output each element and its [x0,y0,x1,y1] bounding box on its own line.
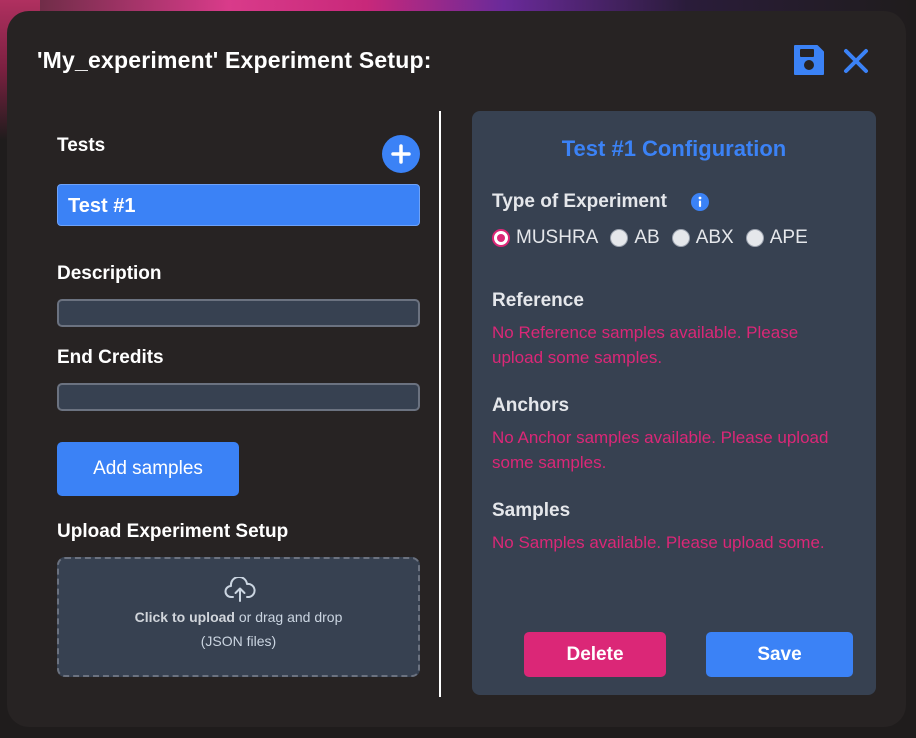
upload-file-hint: (JSON files) [200,633,277,649]
close-icon[interactable] [841,46,871,76]
divider [439,111,441,697]
save-icon[interactable] [792,43,826,77]
radio-label: MUSHRA [516,227,599,248]
config-title: Test #1 Configuration [561,136,787,161]
upload-instructions: Click to upload or drag and drop [59,609,418,625]
upload-setup-label: Upload Experiment Setup [57,521,289,542]
plus-icon [391,144,411,164]
test-item[interactable]: Test #1 [57,184,420,226]
save-button[interactable]: Save [706,632,853,677]
anchors-label: Anchors [492,395,570,416]
end-credits-input[interactable] [57,383,420,411]
radio-label: APE [769,227,808,248]
test-configuration-panel: Test #1 Configuration Type of Experiment… [472,111,876,695]
radio-button[interactable] [610,229,629,247]
description-label: Description [57,263,162,284]
samples-warning: No Samples available. Please upload some… [492,533,825,552]
reference-warning: No Reference samples available. Please u… [492,323,799,367]
add-test-button[interactable] [382,135,420,173]
end-credits-label: End Credits [57,347,164,368]
description-input[interactable] [57,299,420,327]
reference-label: Reference [492,290,584,311]
info-icon[interactable] [691,193,709,211]
radio-button[interactable] [492,229,510,247]
click-to-upload-text: Click to upload [134,609,235,625]
upload-dropzone[interactable]: Click to upload or drag and drop (JSON f… [57,557,420,677]
radio-option-ab[interactable]: AB [610,227,660,249]
cloud-upload-icon [224,577,256,602]
anchors-warning: No Anchor samples available. Please uplo… [492,428,829,472]
left-panel: Tests Test #1 Description End Credits Ad… [57,11,421,727]
radio-label: AB [634,227,660,248]
radio-button[interactable] [671,229,690,247]
radio-button[interactable] [745,229,764,247]
experiment-setup-modal: 'My_experiment' Experiment Setup: Tests … [7,11,906,727]
radio-option-abx[interactable]: ABX [671,227,734,249]
experiment-type-label: Type of Experiment [492,191,667,212]
radio-option-ape[interactable]: APE [745,227,808,249]
delete-button[interactable]: Delete [524,632,666,677]
radio-option-mushra[interactable]: MUSHRA [492,227,598,249]
experiment-type-radio-group: MUSHRA AB ABX APE [492,226,820,250]
radio-label: ABX [695,227,734,248]
drag-drop-text: or drag and drop [234,609,343,625]
tests-label: Tests [57,135,106,156]
add-samples-button[interactable]: Add samples [57,442,239,496]
samples-label: Samples [492,500,571,521]
